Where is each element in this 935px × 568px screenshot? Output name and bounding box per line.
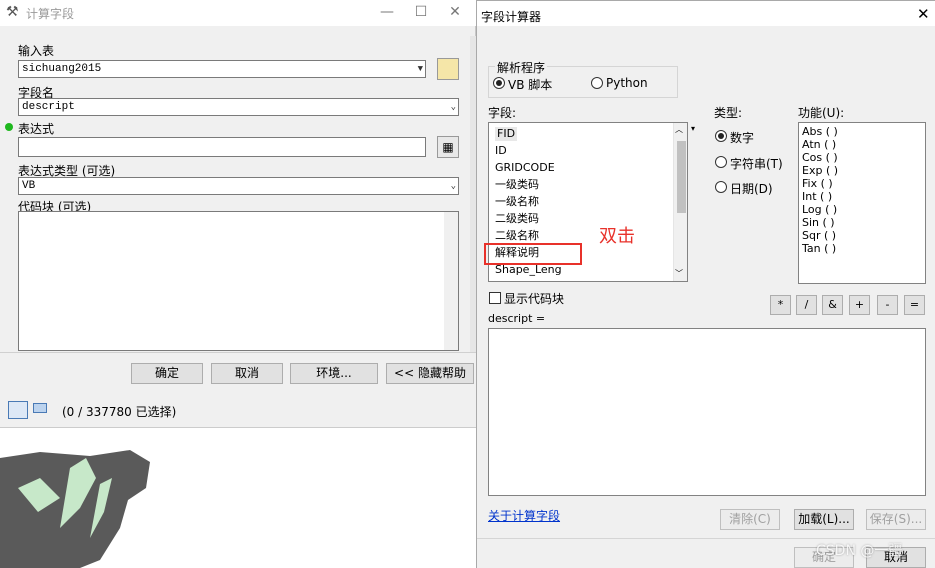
button-bar: 确定 取消 环境... << 隐藏帮助 [0,352,476,392]
field-item[interactable]: 一级名称 [495,195,539,209]
operator-multiply-button[interactable]: * [770,295,791,315]
map-polygon [0,450,150,568]
dialog-close-icon[interactable]: ✕ [917,5,930,23]
functions-list[interactable]: Abs ( ) Atn ( ) Cos ( ) Exp ( ) Fix ( ) … [798,122,926,284]
calculate-field-window: ⚒ 计算字段 — ☐ ✕ 输入表 sichuang2015 ▼ 字段名 desc… [0,0,476,392]
operator-plus-button[interactable]: + [849,295,870,315]
clear-button[interactable]: 清除(C) [720,509,780,530]
fields-scrollbar[interactable]: ︿ ﹀ [673,123,687,281]
func-item[interactable]: Sqr ( ) [802,229,836,243]
expression-label: 表达式 [18,122,55,136]
field-item-shape-leng[interactable]: Shape_Leng [495,263,562,277]
type-date-label: 日期(D) [730,182,773,196]
func-item[interactable]: Int ( ) [802,190,832,204]
input-table-label: 输入表 [18,44,55,58]
window-titlebar: ⚒ 计算字段 — ☐ ✕ [0,0,476,26]
hide-help-button[interactable]: << 隐藏帮助 [386,363,474,384]
minimize-button[interactable]: — [370,0,404,26]
parser-vb-radio[interactable] [493,77,505,89]
environment-button[interactable]: 环境... [290,363,378,384]
type-label: 类型: [714,106,743,120]
table-status-bar: (0 / 337780 已选择) [0,392,476,428]
chevron-down-icon[interactable]: ﹀ [675,268,683,279]
parser-python-label: Python [606,76,648,90]
expression-field-label: descript = [488,312,546,325]
expr-type-combo[interactable]: VB ⌄ [18,177,459,195]
chevron-down-icon[interactable]: ⌄ [451,179,456,193]
type-string-label: 字符串(T) [730,157,783,171]
field-name-value: descript [22,101,75,113]
parser-python-radio[interactable] [591,77,603,89]
operator-minus-button[interactable]: - [877,295,898,315]
func-item[interactable]: Fix ( ) [802,177,833,191]
selected-view-icon[interactable] [33,403,47,413]
map-area: (0 / 337780 已选择) [0,392,476,568]
table-view-icon[interactable] [8,401,28,419]
func-item[interactable]: Atn ( ) [802,138,836,152]
func-item[interactable]: Cos ( ) [802,151,838,165]
operator-ampersand-button[interactable]: & [822,295,843,315]
scroll-thumb[interactable] [677,141,686,213]
annotation-text: 双击 [599,226,635,247]
expression-input[interactable] [18,137,426,157]
required-dot-icon [5,123,13,131]
save-button[interactable]: 保存(S)... [866,509,926,530]
selection-count: (0 / 337780 已选择) [62,405,177,419]
load-button[interactable]: 加载(L)... [794,509,854,530]
dialog-titlebar: 字段计算器 ✕ [476,0,935,26]
field-item[interactable]: 二级类码 [495,212,539,226]
calculator-icon[interactable]: ▦ [437,136,459,158]
dialog-title: 字段计算器 [481,10,542,24]
field-item-gridcode[interactable]: GRIDCODE [495,161,555,175]
ok-button[interactable]: 确定 [131,363,203,384]
type-number-label: 数字 [730,131,755,145]
field-item-id[interactable]: ID [495,144,507,158]
func-item[interactable]: Log ( ) [802,203,837,217]
fields-label: 字段: [488,106,517,120]
expression-textarea[interactable] [488,328,926,496]
operator-divide-button[interactable]: / [796,295,817,315]
operator-equals-button[interactable]: = [904,295,925,315]
field-item-fid[interactable]: FID [495,127,518,141]
cancel-button[interactable]: 取消 [211,363,283,384]
parser-label: 解析程序 [495,59,548,76]
show-code-checkbox[interactable] [489,292,501,304]
expression-scrollbar[interactable] [911,329,925,495]
type-number-radio[interactable] [715,130,727,142]
code-block-textarea[interactable] [18,211,459,351]
divider [477,538,935,539]
field-item[interactable]: 一级类码 [495,178,539,192]
chevron-down-icon[interactable]: ⌄ [451,100,456,114]
func-item[interactable]: Sin ( ) [802,216,835,230]
open-folder-icon[interactable] [437,58,459,80]
field-name-combo[interactable]: descript ⌄ [18,98,459,116]
chevron-down-icon[interactable]: ▼ [418,62,423,76]
window-title: 计算字段 [26,7,75,21]
maximize-button[interactable]: ☐ [404,0,438,26]
functions-label: 功能(U): [798,106,845,120]
hammer-icon: ⚒ [6,4,19,20]
about-link[interactable]: 关于计算字段 [488,507,560,524]
parser-vb-label: VB 脚本 [508,78,553,92]
close-button[interactable]: ✕ [438,0,472,26]
field-calculator-dialog: 解析程序 VB 脚本 Python 字段: FID ID GRIDCODE 一级… [476,26,935,568]
field-item[interactable]: 二级名称 [495,229,539,243]
type-date-radio[interactable] [715,181,727,193]
input-table-value: sichuang2015 [22,63,102,75]
show-code-label: 显示代码块 [504,292,565,306]
chevron-up-icon[interactable]: ︿ [675,124,683,135]
watermark: CSDN @一疆 [816,543,903,559]
code-scrollbar[interactable] [444,212,458,350]
type-string-radio[interactable] [715,156,727,168]
func-item[interactable]: Tan ( ) [802,242,836,256]
highlight-box [484,243,582,265]
expr-type-value: VB [22,180,36,192]
func-item[interactable]: Abs ( ) [802,125,838,139]
func-item[interactable]: Exp ( ) [802,164,838,178]
input-table-combo[interactable]: sichuang2015 ▼ [18,60,426,78]
sort-arrow-icon[interactable]: ▾ [691,124,695,133]
